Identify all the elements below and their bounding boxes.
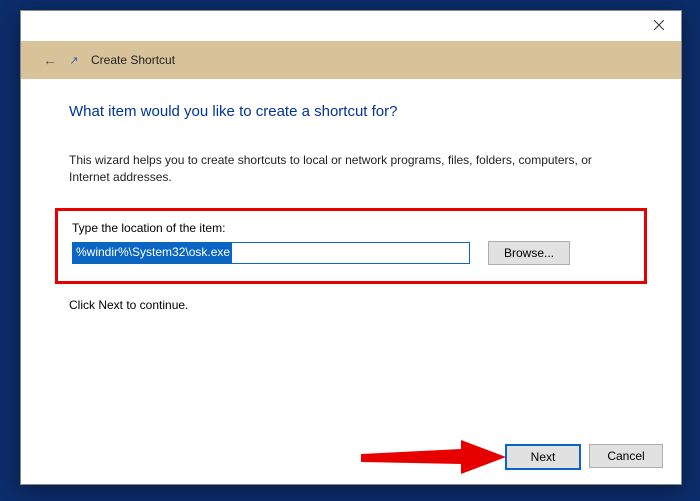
continue-hint: Click Next to continue.	[69, 298, 633, 312]
location-input-value: %windir%\System32\osk.exe	[73, 243, 232, 263]
next-button[interactable]: Next	[505, 444, 581, 470]
cancel-button[interactable]: Cancel	[589, 444, 663, 468]
annotation-highlight-box: Type the location of the item: %windir%\…	[55, 208, 647, 284]
titlebar	[21, 11, 681, 41]
page-heading: What item would you like to create a sho…	[69, 103, 633, 120]
wizard-header: ← ↗ Create Shortcut	[21, 41, 681, 79]
close-button[interactable]	[636, 11, 681, 39]
browse-button[interactable]: Browse...	[488, 241, 570, 265]
back-arrow-icon[interactable]: ←	[43, 52, 57, 68]
wizard-footer: Next Cancel	[505, 444, 663, 470]
location-input[interactable]: %windir%\System32\osk.exe	[72, 242, 470, 264]
create-shortcut-dialog: ← ↗ Create Shortcut What item would you …	[20, 10, 682, 485]
shortcut-icon: ↗	[67, 54, 81, 67]
close-icon	[654, 20, 664, 30]
page-description: This wizard helps you to create shortcut…	[69, 152, 633, 186]
wizard-title: Create Shortcut	[91, 53, 175, 67]
annotation-arrow-icon	[361, 440, 511, 480]
location-label: Type the location of the item:	[72, 221, 630, 235]
wizard-content: What item would you like to create a sho…	[21, 79, 681, 312]
